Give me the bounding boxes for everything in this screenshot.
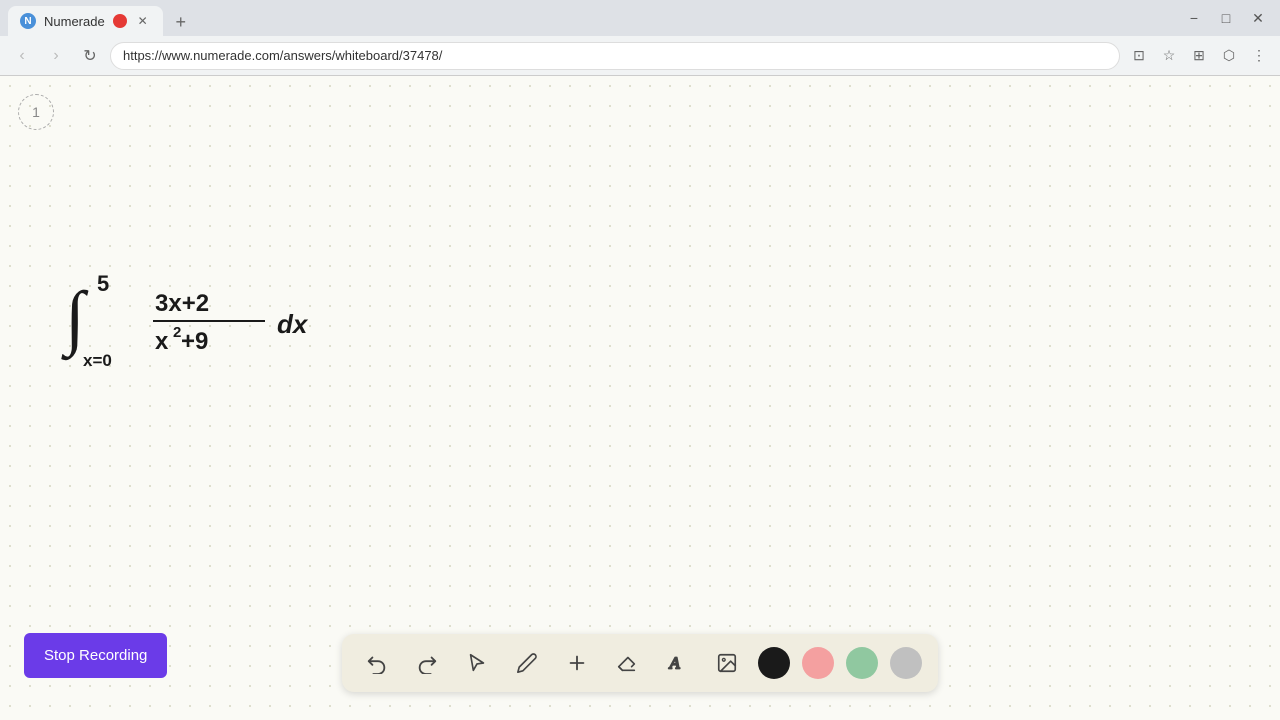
- address-bar: ‹ › ↻ https://www.numerade.com/answers/w…: [0, 36, 1280, 76]
- menu-icon[interactable]: ⋮: [1246, 43, 1272, 69]
- active-tab[interactable]: N Numerade ✕: [8, 6, 163, 36]
- toolbar: A: [342, 634, 938, 692]
- tab-title: Numerade: [44, 14, 105, 29]
- stop-recording-button[interactable]: Stop Recording: [24, 633, 167, 678]
- close-button[interactable]: ✕: [1244, 4, 1272, 32]
- add-icon: [566, 652, 588, 674]
- page-number: 1: [18, 94, 54, 130]
- extension-icon[interactable]: ⬡: [1216, 43, 1242, 69]
- redo-icon: [416, 652, 438, 674]
- window-controls: − □ ✕: [1180, 4, 1272, 32]
- screenshot-icon[interactable]: ⊞: [1186, 43, 1212, 69]
- svg-text:A: A: [669, 654, 681, 673]
- text-icon: A: [666, 652, 688, 674]
- svg-text:+9: +9: [181, 328, 208, 355]
- url-bar[interactable]: https://www.numerade.com/answers/whitebo…: [110, 42, 1120, 70]
- select-icon: [466, 652, 488, 674]
- minimize-button[interactable]: −: [1180, 4, 1208, 32]
- undo-button[interactable]: [358, 644, 396, 682]
- cast-icon[interactable]: ⊡: [1126, 43, 1152, 69]
- bookmark-icon[interactable]: ☆: [1156, 43, 1182, 69]
- new-tab-button[interactable]: +: [167, 8, 195, 36]
- tab-close-button[interactable]: ✕: [135, 13, 151, 29]
- color-pink[interactable]: [802, 647, 834, 679]
- svg-text:∫: ∫: [61, 277, 89, 361]
- svg-text:dx: dx: [277, 309, 309, 339]
- svg-text:x=0: x=0: [83, 351, 112, 370]
- color-black[interactable]: [758, 647, 790, 679]
- text-tool-button[interactable]: A: [658, 644, 696, 682]
- refresh-button[interactable]: ↻: [76, 42, 104, 70]
- image-icon: [716, 652, 738, 674]
- eraser-icon: [616, 652, 638, 674]
- math-formula: ∫ 5 x=0 3x+2 x 2 +9 dx: [55, 261, 355, 386]
- add-tool-button[interactable]: [558, 644, 596, 682]
- color-green[interactable]: [846, 647, 878, 679]
- title-bar: N Numerade ✕ + − □ ✕: [0, 0, 1280, 36]
- undo-icon: [366, 652, 388, 674]
- browser-frame: N Numerade ✕ + − □ ✕ ‹ › ↻ https://www.n…: [0, 0, 1280, 720]
- url-text: https://www.numerade.com/answers/whitebo…: [123, 48, 1107, 63]
- back-button[interactable]: ‹: [8, 42, 36, 70]
- redo-button[interactable]: [408, 644, 446, 682]
- tab-bar: N Numerade ✕ +: [8, 0, 195, 36]
- select-tool-button[interactable]: [458, 644, 496, 682]
- address-icons: ⊡ ☆ ⊞ ⬡ ⋮: [1126, 43, 1272, 69]
- maximize-button[interactable]: □: [1212, 4, 1240, 32]
- eraser-tool-button[interactable]: [608, 644, 646, 682]
- whiteboard-canvas[interactable]: 1 ∫ 5 x=0 3x+2 x 2 +9 dx: [0, 76, 1280, 720]
- color-gray[interactable]: [890, 647, 922, 679]
- recording-dot: [113, 14, 127, 28]
- svg-text:5: 5: [97, 271, 109, 296]
- pencil-icon: [516, 652, 538, 674]
- svg-text:3x+2: 3x+2: [155, 290, 209, 317]
- tab-favicon: N: [20, 13, 36, 29]
- svg-text:x: x: [155, 328, 169, 355]
- forward-button[interactable]: ›: [42, 42, 70, 70]
- image-tool-button[interactable]: [708, 644, 746, 682]
- pencil-tool-button[interactable]: [508, 644, 546, 682]
